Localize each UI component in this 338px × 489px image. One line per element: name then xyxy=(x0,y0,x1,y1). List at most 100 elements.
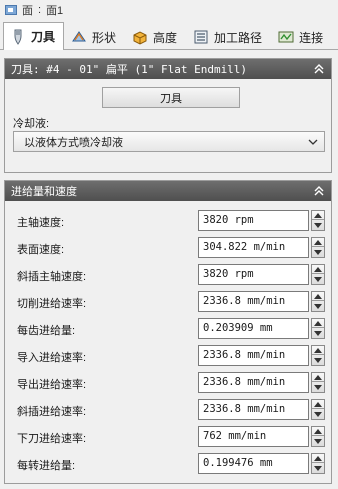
shape-icon xyxy=(72,31,86,42)
spin-up-button[interactable] xyxy=(312,427,324,436)
coolant-label: 冷却液: xyxy=(13,118,50,130)
parameter-input[interactable]: 2336.8 mm/min xyxy=(198,291,309,312)
parameter-label: 切削进给速率: xyxy=(17,298,87,310)
spin-up-button[interactable] xyxy=(312,346,324,355)
tab-linking-label: 连接 xyxy=(299,30,324,45)
tab-toolpath[interactable]: 加工路径 xyxy=(186,23,271,50)
tool-icon xyxy=(14,29,22,45)
spin-button[interactable] xyxy=(311,426,325,447)
parameter-row: 主轴速度: 3820 rpm xyxy=(5,210,331,232)
spin-up-button[interactable] xyxy=(312,292,324,301)
spin-down-button[interactable] xyxy=(312,410,324,419)
parameter-input[interactable]: 2336.8 mm/min xyxy=(198,372,309,393)
collapse-icon[interactable] xyxy=(313,63,325,75)
height-icon xyxy=(133,31,147,45)
arrow-up-icon xyxy=(314,266,322,272)
tab-height[interactable]: 高度 xyxy=(125,23,186,50)
tab-toolpath-label: 加工路径 xyxy=(214,30,263,45)
arrow-down-icon xyxy=(314,466,322,471)
spin-button[interactable] xyxy=(311,237,325,258)
arrow-down-icon xyxy=(314,304,322,309)
arrow-up-icon xyxy=(314,374,322,380)
parameter-input[interactable]: 0.203909 mm xyxy=(198,318,309,339)
parameter-row: 每转进给量: 0.199476 mm xyxy=(5,453,331,475)
arrow-down-icon xyxy=(314,358,322,363)
linking-icon xyxy=(278,31,294,43)
select-tool-button[interactable]: 刀具 xyxy=(102,87,240,108)
spin-up-button[interactable] xyxy=(312,265,324,274)
chevron-down-icon xyxy=(308,139,318,145)
spin-button[interactable] xyxy=(311,453,325,474)
parameter-row: 每齿进给量: 0.203909 mm xyxy=(5,318,331,340)
spin-up-button[interactable] xyxy=(312,319,324,328)
spin-down-button[interactable] xyxy=(312,302,324,311)
tab-tool[interactable]: 刀具 xyxy=(3,22,65,50)
breadcrumb-separator: : xyxy=(38,4,42,16)
spin-down-button[interactable] xyxy=(312,356,324,365)
spin-button[interactable] xyxy=(311,345,325,366)
tool-panel-title: 刀具: #4 - 01" 扁平 (1" Flat Endmill) xyxy=(11,63,248,76)
tab-shape-label: 形状 xyxy=(92,30,117,45)
feeds-speeds-panel: 进给量和速度 主轴速度: 3820 rpm 表面速度: 304.822 m/min 斜插… xyxy=(4,180,332,484)
parameter-row: 斜插进给速率: 2336.8 mm/min xyxy=(5,399,331,421)
parameter-row: 切削进给速率: 2336.8 mm/min xyxy=(5,291,331,313)
spin-down-button[interactable] xyxy=(312,248,324,257)
spin-button[interactable] xyxy=(311,264,325,285)
tool-panel: 刀具: #4 - 01" 扁平 (1" Flat Endmill) 刀具 冷却液… xyxy=(4,58,332,173)
arrow-up-icon xyxy=(314,428,322,434)
parameter-input[interactable]: 2336.8 mm/min xyxy=(198,345,309,366)
parameter-label: 每齿进给量: xyxy=(17,325,76,337)
parameter-input[interactable]: 2336.8 mm/min xyxy=(198,399,309,420)
parameter-label: 表面速度: xyxy=(17,244,65,256)
spin-down-button[interactable] xyxy=(312,329,324,338)
toolpath-icon xyxy=(194,30,208,44)
arrow-up-icon xyxy=(314,293,322,299)
breadcrumb-part1: 面 xyxy=(22,5,33,17)
arrow-up-icon xyxy=(314,401,322,407)
parameter-input[interactable]: 3820 rpm xyxy=(198,210,309,231)
arrow-up-icon xyxy=(314,239,322,245)
parameter-row: 导出进给速率: 2336.8 mm/min xyxy=(5,372,331,394)
parameter-input[interactable]: 304.822 m/min xyxy=(198,237,309,258)
spin-up-button[interactable] xyxy=(312,373,324,382)
parameter-input[interactable]: 762 mm/min xyxy=(198,426,309,447)
parameter-label: 每转进给量: xyxy=(17,460,76,472)
tool-panel-header[interactable]: 刀具: #4 - 01" 扁平 (1" Flat Endmill) xyxy=(5,59,331,79)
parameter-label: 下刀进给速率: xyxy=(17,433,87,445)
arrow-up-icon xyxy=(314,212,322,218)
spin-up-button[interactable] xyxy=(312,400,324,409)
collapse-icon[interactable] xyxy=(313,185,325,197)
parameter-input[interactable]: 3820 rpm xyxy=(198,264,309,285)
tab-shape[interactable]: 形状 xyxy=(64,23,125,50)
coolant-select[interactable]: 以液体方式喷冷却液 xyxy=(13,131,325,152)
spin-button[interactable] xyxy=(311,318,325,339)
parameter-row: 斜插主轴速度: 3820 rpm xyxy=(5,264,331,286)
arrow-down-icon xyxy=(314,439,322,444)
feeds-speeds-header[interactable]: 进给量和速度 xyxy=(5,181,331,201)
parameter-input[interactable]: 0.199476 mm xyxy=(198,453,309,474)
parameter-label: 斜插进给速率: xyxy=(17,406,87,418)
spin-up-button[interactable] xyxy=(312,454,324,463)
breadcrumb-part2: 面1 xyxy=(46,5,64,17)
tab-tool-label: 刀具 xyxy=(31,30,56,44)
parameter-row: 下刀进给速率: 762 mm/min xyxy=(5,426,331,448)
spin-down-button[interactable] xyxy=(312,221,324,230)
spin-down-button[interactable] xyxy=(312,275,324,284)
coolant-value: 以液体方式喷冷却液 xyxy=(24,136,123,149)
tab-linking[interactable]: 连接 xyxy=(271,23,332,50)
spin-down-button[interactable] xyxy=(312,464,324,473)
arrow-up-icon xyxy=(314,320,322,326)
spin-up-button[interactable] xyxy=(312,211,324,220)
parameter-label: 导入进给速率: xyxy=(17,352,87,364)
parameter-label: 斜插主轴速度: xyxy=(17,271,87,283)
spin-down-button[interactable] xyxy=(312,437,324,446)
spin-down-button[interactable] xyxy=(312,383,324,392)
spin-button[interactable] xyxy=(311,372,325,393)
spin-up-button[interactable] xyxy=(312,238,324,247)
parameter-row: 表面速度: 304.822 m/min xyxy=(5,237,331,259)
spin-button[interactable] xyxy=(311,291,325,312)
tab-bar: 刀具 形状 高度 加工路径 连接 xyxy=(0,22,338,50)
spin-button[interactable] xyxy=(311,210,325,231)
arrow-down-icon xyxy=(314,223,322,228)
spin-button[interactable] xyxy=(311,399,325,420)
